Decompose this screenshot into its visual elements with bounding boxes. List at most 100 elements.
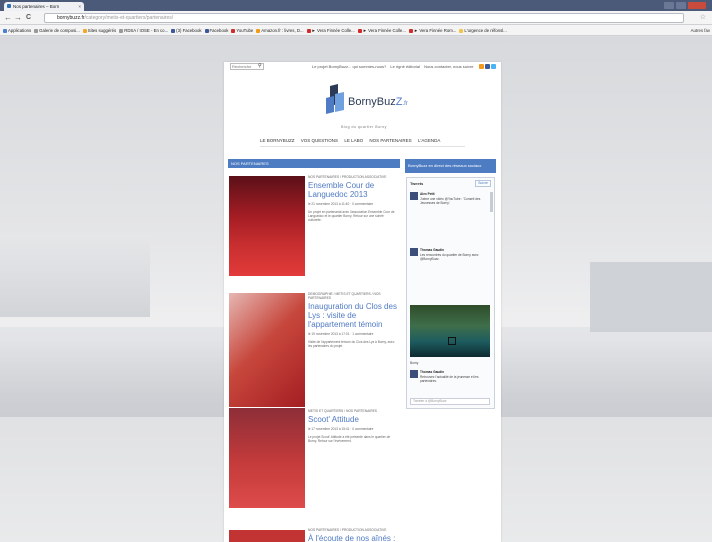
bookmarks-bar: Applications Galerie de composi... Sites s…: [0, 25, 712, 36]
twitter-follow-button[interactable]: Suivre: [475, 180, 491, 187]
nav-le-bornybuzz[interactable]: LE BORNYBUZZ: [260, 138, 295, 143]
bookmark-label: ► Vera Finnée Rom...: [413, 28, 457, 33]
bookmark-label: Sites suggérés: [87, 28, 117, 33]
close-tab-icon[interactable]: ×: [78, 2, 81, 11]
post-title[interactable]: À l'écoute de nos aînés : les: [308, 534, 398, 542]
twitter-scrollbar[interactable]: [490, 192, 493, 212]
bookmark-item[interactable]: ► Vera Finnée Colle...: [357, 25, 406, 35]
bookmark-label: Facebook: [209, 28, 229, 33]
post-title[interactable]: Ensemble Cour de Languedoc 2013: [308, 181, 398, 199]
post-item: METIS ET QUARTIERS / NOS PARTENAIRES Sco…: [308, 409, 398, 443]
post-thumbnail[interactable]: [229, 293, 305, 407]
post-thumbnail[interactable]: [229, 176, 305, 276]
tweet: Alex Petit J'aime une vidéo @YouTube : '…: [410, 192, 490, 232]
tweet-author[interactable]: Thomas Gaudin: [420, 248, 444, 252]
back-icon[interactable]: ←: [4, 13, 12, 23]
avatar[interactable]: [410, 248, 418, 256]
search-icon[interactable]: ⚲: [258, 63, 262, 70]
post-title[interactable]: Scoot' Attitude: [308, 415, 398, 424]
nav-divider: [260, 146, 465, 147]
bookmark-label: (3) Facebook: [176, 28, 202, 33]
bookmark-item[interactable]: Facebook: [204, 25, 229, 35]
post-category[interactable]: METIS ET QUARTIERS / NOS PARTENAIRES: [308, 409, 398, 413]
post-category[interactable]: DEMOGRAPHIE / METIS ET QUARTIERS / NOS P…: [308, 292, 398, 300]
section-title: NOS PARTENAIRES: [228, 159, 400, 168]
bookmark-icon: [34, 28, 39, 33]
tweet-text: Retrouvez l'actualité de la jeunesse et …: [420, 375, 479, 383]
avatar[interactable]: [410, 192, 418, 200]
bookmark-icon: [119, 28, 124, 33]
nav-nos-partenaires[interactable]: NOS PARTENAIRES: [369, 138, 411, 143]
post-thumbnail[interactable]: [229, 408, 305, 508]
rss-icon[interactable]: [478, 64, 484, 69]
tweet-text: J'aime une vidéo @YouTube : 'Conseil des…: [420, 197, 481, 205]
tweet-photo[interactable]: [410, 305, 490, 357]
browser-tab[interactable]: Nos partenaires – Born ×: [4, 2, 84, 11]
logo-name: BornyBuz: [348, 96, 396, 108]
bookmark-icon: [459, 28, 464, 33]
forward-icon[interactable]: →: [14, 13, 22, 23]
tweet-author[interactable]: Thomas Gaudin: [420, 370, 444, 374]
post-thumbnail[interactable]: [229, 530, 305, 542]
bookmark-item[interactable]: ► Vera Finnée Colle...: [306, 25, 355, 35]
post-date: le 21 novembre 2013 à 11:40 · 0 commenta…: [308, 202, 374, 206]
bookmark-star-icon[interactable]: ☆: [700, 13, 706, 23]
tweet-author[interactable]: Alex Petit: [420, 192, 435, 196]
address-bar[interactable]: bornybuzz.fr/category/metis-et-quartiers…: [44, 13, 684, 23]
tab-title: Nos partenaires – Born: [13, 4, 60, 9]
twitter-icon[interactable]: [490, 64, 496, 69]
bookmark-item[interactable]: YouTube: [231, 25, 254, 35]
maximize-window-button[interactable]: [676, 2, 686, 9]
post-item: NOS PARTENAIRES / PRODUCTION ASSOCIATIVE…: [308, 528, 398, 542]
bookmark-item[interactable]: Galerie de composi...: [34, 25, 80, 35]
site-container: Recherche ⚲ Le projet BornyBuzz... qui s…: [224, 62, 501, 542]
logo-text: BornyBuzZ.fr: [348, 96, 408, 108]
nav-vos-questions[interactable]: VOS QUESTIONS: [301, 138, 338, 143]
bookmark-item[interactable]: Applications: [3, 25, 32, 35]
other-bookmarks[interactable]: Autres fav: [691, 25, 710, 35]
close-window-button[interactable]: [688, 2, 706, 9]
bookmark-label: Applications: [8, 28, 32, 33]
bookmark-item[interactable]: Amazon.fr : livres, D...: [256, 25, 304, 35]
bookmark-item[interactable]: L'urgence de réfonsl...: [459, 25, 507, 35]
twitter-widget: Tweets Suivre Alex Petit J'aime une vidé…: [406, 177, 495, 409]
logo-mark-icon: [326, 84, 344, 114]
bookmark-item[interactable]: Sites suggérés: [82, 25, 117, 35]
post-item: DEMOGRAPHIE / METIS ET QUARTIERS / NOS P…: [308, 292, 398, 348]
tweet-photo-caption: Borny: [410, 361, 419, 365]
bookmark-label: YouTube: [236, 28, 254, 33]
browser-tab-strip: Nos partenaires – Born ×: [0, 0, 712, 11]
bookmark-item[interactable]: RDSA / IOSE - En co...: [119, 25, 168, 35]
bookmark-icon: [256, 28, 261, 33]
avatar[interactable]: [410, 370, 418, 378]
post-date: le 19 novembre 2013 à 17:01 · 1 commenta…: [308, 332, 374, 336]
link-ligne-editoriale[interactable]: Le rigné éditorial: [390, 64, 420, 69]
link-projet[interactable]: Le projet BornyBuzz... qui sommes-nous?: [312, 64, 386, 69]
site-topbar: Recherche ⚲ Le projet BornyBuzz... qui s…: [224, 62, 501, 72]
link-contact[interactable]: Nous contacter, nous suivre: [424, 64, 473, 69]
background-photo: [590, 262, 712, 332]
page-viewport: Recherche ⚲ Le projet BornyBuzz... qui s…: [0, 37, 712, 542]
tweet-text: Les rencontres du quartier de Borny avec…: [420, 253, 479, 261]
site-logo[interactable]: BornyBuzZ.fr: [324, 84, 414, 120]
twitter-header: Tweets: [410, 181, 424, 186]
url-path: /category/metis-et-quartiers/partenaires…: [84, 15, 174, 21]
bookmark-label: Galerie de composi...: [39, 28, 80, 33]
nav-agenda[interactable]: L'AGENDA: [418, 138, 440, 143]
top-links: Le projet BornyBuzz... qui sommes-nous? …: [312, 62, 496, 72]
post-category[interactable]: NOS PARTENAIRES / PRODUCTION ASSOCIATIVE: [308, 175, 398, 179]
minimize-window-button[interactable]: [664, 2, 674, 9]
bookmark-item[interactable]: (3) Facebook: [171, 25, 202, 35]
nav-le-labo[interactable]: LE LABO: [344, 138, 363, 143]
post-excerpt: Visite de l'appartement témoin du Clos d…: [308, 340, 395, 349]
tweet: Thomas Gaudin Les rencontres du quartier…: [410, 248, 490, 288]
bookmark-item[interactable]: ► Vera Finnée Rom...: [408, 25, 457, 35]
tweet-reply-input[interactable]: Tweeter à @BornyBuzz: [410, 398, 490, 405]
sidebar-title: BornyBuzz en direct des réseaux sociaux: [405, 159, 496, 173]
facebook-icon[interactable]: [484, 64, 490, 69]
post-category[interactable]: NOS PARTENAIRES / PRODUCTION ASSOCIATIVE: [308, 528, 398, 532]
post-title[interactable]: Inauguration du Clos des Lys : visite de…: [308, 302, 398, 329]
bookmark-label: ► Vera Finnée Colle...: [362, 28, 406, 33]
bookmark-icon: [306, 28, 311, 33]
reload-icon[interactable]: C: [26, 13, 31, 23]
